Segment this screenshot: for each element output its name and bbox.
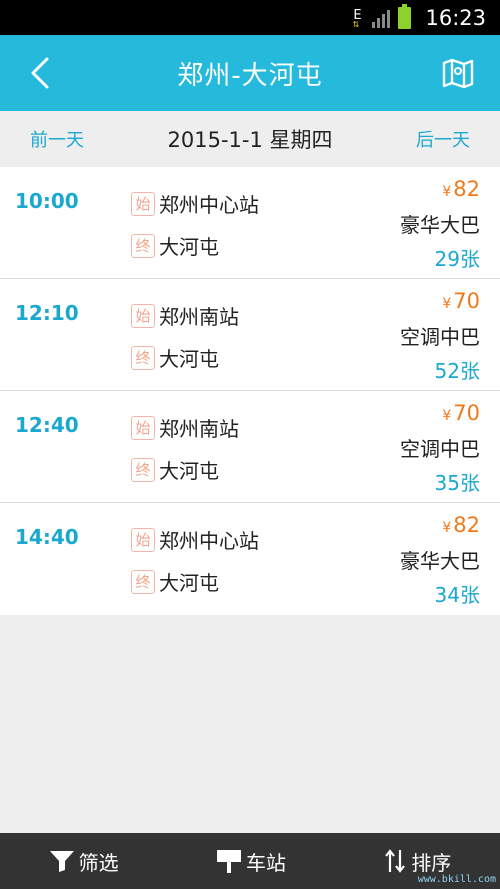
ticket-price: ¥70 bbox=[442, 401, 480, 425]
back-button[interactable] bbox=[20, 53, 60, 93]
ticket-price: ¥70 bbox=[442, 289, 480, 313]
sort-label: 排序 bbox=[411, 850, 452, 875]
currency-symbol: ¥ bbox=[442, 296, 452, 312]
map-button[interactable] bbox=[438, 53, 478, 93]
date-selector: 前一天 2015-1-1 星期四 后一天 bbox=[0, 111, 500, 167]
app-header: 郑州-大河屯 bbox=[0, 35, 500, 111]
price-value: 82 bbox=[453, 177, 480, 201]
battery-icon bbox=[398, 3, 412, 29]
start-station-name: 郑州南站 bbox=[159, 305, 239, 329]
map-icon bbox=[442, 58, 474, 89]
bus-type: 豪华大巴 bbox=[400, 213, 480, 237]
watermark: www.bkill.com bbox=[417, 874, 496, 885]
status-bar: E ⇅ 16:23 bbox=[0, 0, 500, 35]
departure-time: 12:40 bbox=[15, 413, 79, 437]
start-stop: 始 郑州中心站 bbox=[131, 525, 259, 554]
station-sign-icon bbox=[216, 850, 241, 873]
station-button[interactable]: 车站 bbox=[216, 847, 286, 876]
end-tag: 终 bbox=[131, 345, 155, 370]
end-tag: 终 bbox=[131, 569, 155, 594]
trip-row[interactable]: 14:40 始 郑州中心站 终 大河屯 ¥82 豪华大巴 34张 bbox=[0, 503, 500, 615]
trip-row[interactable]: 10:00 始 郑州中心站 终 大河屯 ¥82 豪华大巴 29张 bbox=[0, 167, 500, 279]
start-stop: 始 郑州南站 bbox=[131, 301, 239, 330]
sort-button[interactable]: 排序 bbox=[383, 847, 451, 876]
bottom-toolbar: 筛选 车站 排序 www.bkill.com bbox=[0, 833, 500, 889]
trip-row[interactable]: 12:40 始 郑州南站 终 大河屯 ¥70 空调中巴 35张 bbox=[0, 391, 500, 503]
start-station-name: 郑州中心站 bbox=[159, 529, 259, 553]
end-stop: 终 大河屯 bbox=[131, 231, 219, 260]
seats-remaining: 35张 bbox=[434, 471, 480, 495]
previous-day-button[interactable]: 前一天 bbox=[30, 126, 84, 152]
end-station-name: 大河屯 bbox=[159, 459, 219, 483]
sort-arrows-icon bbox=[385, 849, 406, 873]
price-value: 70 bbox=[453, 289, 480, 313]
bus-type: 空调中巴 bbox=[400, 437, 480, 461]
start-station-name: 郑州中心站 bbox=[159, 193, 259, 217]
end-stop: 终 大河屯 bbox=[131, 567, 219, 596]
page-title: 郑州-大河屯 bbox=[177, 60, 323, 91]
bus-type: 豪华大巴 bbox=[400, 549, 480, 573]
seats-remaining: 34张 bbox=[434, 583, 480, 607]
currency-symbol: ¥ bbox=[442, 408, 452, 424]
price-value: 70 bbox=[453, 401, 480, 425]
end-stop: 终 大河屯 bbox=[131, 455, 219, 484]
end-tag: 终 bbox=[131, 233, 155, 258]
start-stop: 始 郑州南站 bbox=[131, 413, 239, 442]
start-station-name: 郑州南站 bbox=[159, 417, 239, 441]
seats-remaining: 29张 bbox=[434, 247, 480, 271]
start-stop: 始 郑州中心站 bbox=[131, 189, 259, 218]
start-tag: 始 bbox=[131, 527, 155, 552]
current-date: 2015-1-1 星期四 bbox=[167, 128, 333, 152]
seats-remaining: 52张 bbox=[434, 359, 480, 383]
ticket-price: ¥82 bbox=[442, 177, 480, 201]
end-station-name: 大河屯 bbox=[159, 571, 219, 595]
end-station-name: 大河屯 bbox=[159, 235, 219, 259]
start-tag: 始 bbox=[131, 303, 155, 328]
trip-row[interactable]: 12:10 始 郑州南站 终 大河屯 ¥70 空调中巴 52张 bbox=[0, 279, 500, 391]
filter-button[interactable]: 筛选 bbox=[49, 847, 119, 876]
departure-time: 14:40 bbox=[15, 525, 79, 549]
data-activity-icon: ⇅ bbox=[352, 20, 360, 29]
bus-type: 空调中巴 bbox=[400, 325, 480, 349]
status-clock: 16:23 bbox=[425, 5, 486, 30]
price-value: 82 bbox=[453, 513, 480, 537]
trip-list: 10:00 始 郑州中心站 终 大河屯 ¥82 豪华大巴 29张 12:10 始… bbox=[0, 167, 500, 615]
departure-time: 10:00 bbox=[15, 189, 79, 213]
end-stop: 终 大河屯 bbox=[131, 343, 219, 372]
end-tag: 终 bbox=[131, 457, 155, 482]
network-type-indicator: E ⇅ bbox=[350, 8, 364, 29]
signal-strength-icon bbox=[372, 8, 391, 28]
ticket-price: ¥82 bbox=[442, 513, 480, 537]
station-label: 车站 bbox=[245, 850, 286, 875]
filter-label: 筛选 bbox=[78, 850, 119, 875]
start-tag: 始 bbox=[131, 191, 155, 216]
start-tag: 始 bbox=[131, 415, 155, 440]
currency-symbol: ¥ bbox=[442, 184, 452, 200]
filter-funnel-icon bbox=[49, 851, 74, 872]
chevron-left-icon bbox=[31, 57, 49, 89]
currency-symbol: ¥ bbox=[442, 520, 452, 536]
departure-time: 12:10 bbox=[15, 301, 79, 325]
next-day-button[interactable]: 后一天 bbox=[416, 126, 470, 152]
end-station-name: 大河屯 bbox=[159, 347, 219, 371]
